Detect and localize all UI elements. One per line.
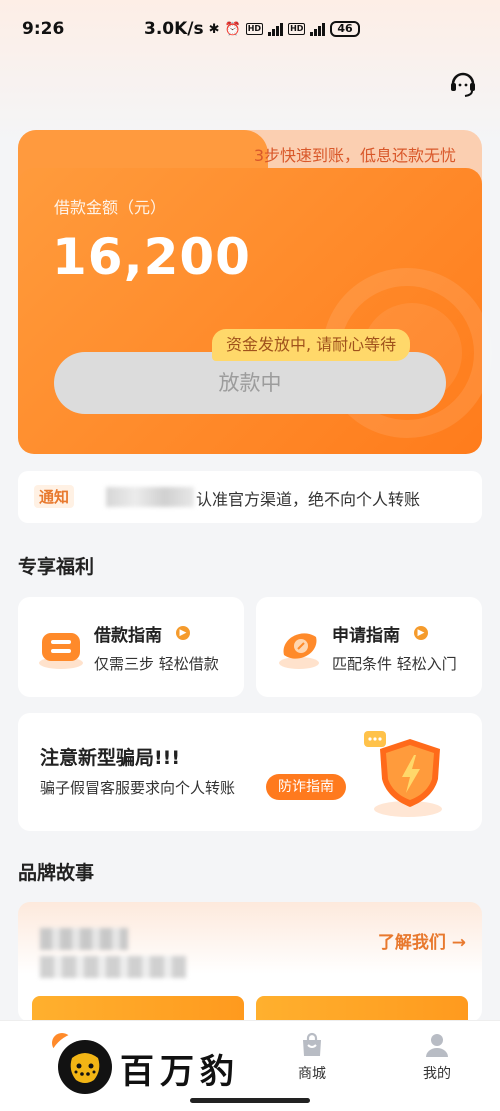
apply-guide-card[interactable]: 申请指南 ▶ 匹配条件 轻松入门 (256, 597, 482, 697)
loan-guide-title: 借款指南 (94, 626, 162, 646)
apply-guide-icon (274, 625, 324, 671)
net-speed: 3.0K/s (144, 19, 204, 39)
customer-service-icon[interactable] (446, 66, 480, 100)
loan-guide-arrow-icon: ▶ (176, 626, 190, 640)
notice-bar[interactable]: 通知 认准官方渠道，绝不向个人转账 (18, 471, 482, 523)
watermark-text: 百万豹 (120, 1052, 240, 1092)
brand-tile-2[interactable] (256, 996, 468, 1022)
disburse-button[interactable]: 放款中 (54, 352, 446, 414)
fraud-alert-card: 注意新型骗局!!! 骗子假冒客服要求向个人转账 防诈指南 (18, 713, 482, 831)
home-indicator[interactable] (190, 1098, 310, 1103)
brand-blurred-line-2 (40, 956, 186, 978)
anti-fraud-guide-button[interactable]: 防诈指南 (266, 774, 346, 800)
brand-blurred-line-1 (40, 928, 128, 950)
brand-story-card: 了解我们 → (18, 902, 482, 1022)
leopard-logo-icon (58, 1040, 112, 1094)
loan-guide-card[interactable]: 借款指南 ▶ 仅需三步 轻松借款 (18, 597, 244, 697)
fraud-alert-subtitle: 骗子假冒客服要求向个人转账 (40, 779, 236, 797)
notice-text: 认准官方渠道，绝不向个人转账 (196, 490, 421, 509)
bluetooth-icon: ✱ (208, 21, 220, 37)
battery-icon: 46 (330, 21, 360, 37)
apply-guide-arrow-icon: ▶ (414, 626, 428, 640)
fraud-alert-title: 注意新型骗局!!! (40, 747, 180, 769)
tab-mine-label: 我的 (423, 1066, 451, 1082)
watermark: 百万豹 (48, 1032, 262, 1102)
brand-tile-1[interactable] (32, 996, 244, 1022)
shopping-bag-icon (298, 1031, 326, 1059)
notice-tag: 通知 (34, 485, 75, 508)
loan-guide-subtitle: 仅需三步 轻松借款 (94, 655, 219, 673)
learn-more-link[interactable]: 了解我们 → (378, 928, 466, 953)
tab-mall[interactable]: 商城 (262, 1029, 362, 1083)
alarm-icon: ⏰ (224, 21, 241, 37)
apply-guide-subtitle: 匹配条件 轻松入门 (332, 655, 457, 673)
tab-mall-label: 商城 (298, 1066, 326, 1082)
loan-guide-icon (36, 625, 86, 671)
notice-blurred-name (106, 487, 194, 507)
amount-label: 借款金额（元） (54, 198, 167, 217)
shield-icon (358, 723, 458, 823)
card-tagline: 3步快速到账，低息还款无忧 (253, 146, 456, 165)
user-icon (423, 1031, 451, 1059)
status-time: 9:26 (22, 19, 65, 39)
tab-mine[interactable]: 我的 (387, 1029, 487, 1083)
loan-card: 3步快速到账，低息还款无忧 借款金额（元） 16,200 放款中 资金发放中, … (18, 130, 492, 454)
brand-story-title: 品牌故事 (18, 862, 95, 884)
hd-icon-2: HD (288, 23, 306, 35)
status-bar: 9:26 3.0K/s ✱ ⏰ HD HD 46 (0, 0, 500, 60)
benefits-title: 专享福利 (18, 556, 95, 578)
hd-icon: HD (245, 23, 264, 35)
status-bubble: 资金发放中, 请耐心等待 (212, 329, 411, 361)
apply-guide-title: 申请指南 (332, 626, 400, 646)
signal-4g-icon (310, 22, 326, 36)
signal-5g-icon (268, 22, 284, 36)
status-indicators: 3.0K/s ✱ ⏰ HD HD 46 (144, 19, 360, 39)
amount-value: 16,200 (52, 228, 251, 286)
